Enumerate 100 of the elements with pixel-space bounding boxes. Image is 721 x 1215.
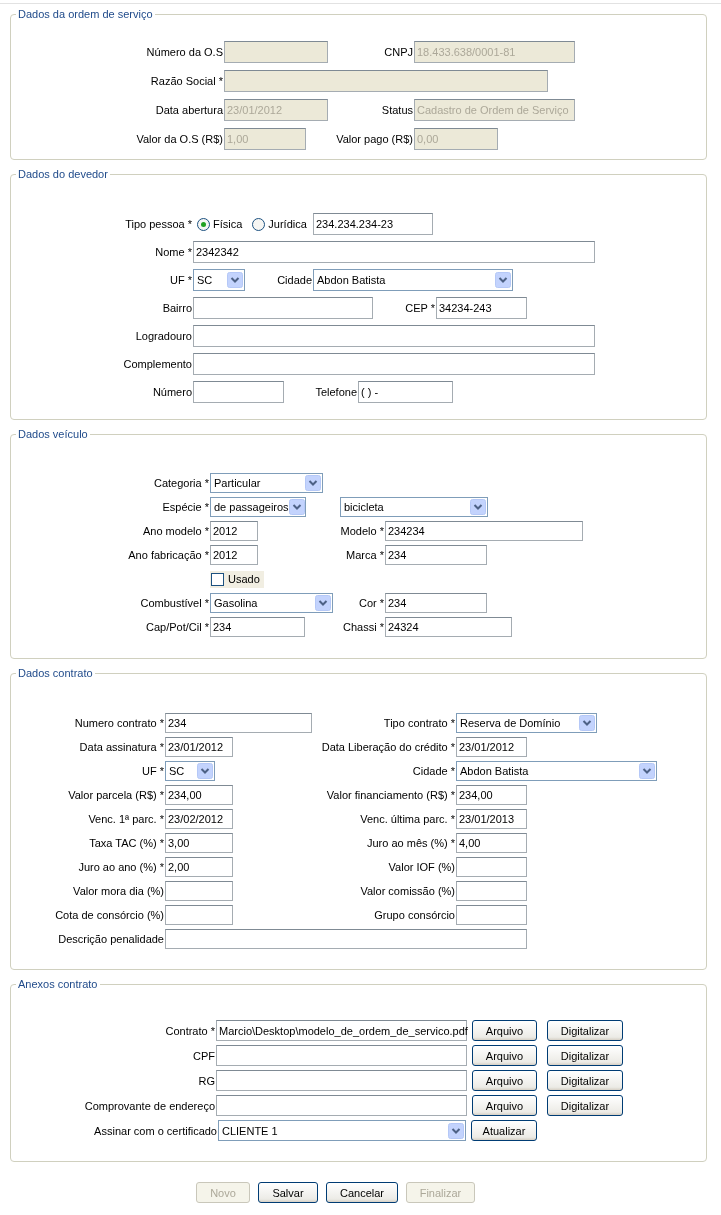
action-button[interactable]: Digitalizar (547, 1045, 623, 1066)
field-label: Numero contrato * (73, 717, 165, 729)
text-field[interactable]: 4,00 (456, 833, 527, 853)
action-button[interactable]: Arquivo (472, 1045, 537, 1066)
text-field[interactable]: 24324 (385, 617, 512, 637)
dropdown[interactable]: Abdon Batista (313, 269, 513, 291)
section-title: Dados da ordem de serviço (17, 8, 154, 20)
text-field[interactable]: 34234-243 (436, 297, 527, 319)
field-label: Marca * (345, 549, 385, 561)
text-field[interactable]: 234 (385, 593, 487, 613)
radio-option[interactable]: Jurídica (252, 217, 307, 231)
text-field[interactable]: 2012 (210, 521, 258, 541)
field-label: Valor comissão (%) (359, 885, 456, 897)
field-label: Espécie * (161, 501, 210, 513)
text-field[interactable] (165, 929, 527, 949)
field-label: Data abertura (154, 104, 224, 116)
dropdown[interactable]: bicicleta (340, 497, 488, 517)
text-field[interactable]: 3,00 (165, 833, 233, 853)
checkbox-icon[interactable] (211, 572, 224, 586)
radio-icon[interactable] (197, 217, 210, 231)
text-field[interactable]: 2012 (210, 545, 258, 565)
radio-option[interactable]: Física (197, 217, 243, 231)
action-button[interactable]: Cancelar (326, 1182, 398, 1203)
action-button[interactable]: Arquivo (472, 1070, 537, 1091)
text-field[interactable] (165, 905, 233, 925)
dropdown[interactable]: Abdon Batista (456, 761, 657, 781)
text-field[interactable] (216, 1045, 467, 1066)
section-title: Dados do devedor (17, 168, 109, 180)
field-label: Valor financiamento (R$) * (325, 789, 456, 801)
action-button[interactable]: Atualizar (471, 1120, 537, 1141)
section-title: Anexos contrato (17, 978, 99, 990)
field-label: Número (151, 386, 193, 398)
field-label: CEP * (404, 302, 436, 314)
text-field[interactable]: 234234 (385, 521, 583, 541)
action-button[interactable]: Arquivo (472, 1020, 537, 1041)
checkbox-option[interactable]: Usado (210, 570, 264, 588)
text-field[interactable]: 234.234.234-23 (313, 213, 433, 235)
text-field[interactable]: 23/02/2012 (165, 809, 233, 829)
action-button[interactable]: Digitalizar (547, 1095, 623, 1116)
dropdown[interactable]: Reserva de Domínio (456, 713, 597, 733)
radio-icon[interactable] (252, 217, 266, 231)
field-label: CPF (192, 1049, 216, 1062)
text-field[interactable]: 234 (165, 713, 312, 733)
field-label: Grupo consórcio (373, 909, 456, 921)
field-label: Valor pago (R$) (335, 133, 414, 145)
text-field[interactable] (193, 297, 373, 319)
field-label: Juro ao ano (%) * (77, 861, 165, 873)
text-field[interactable]: 2342342 (193, 241, 595, 263)
field-label: Cidade (276, 274, 313, 286)
action-button[interactable]: Arquivo (472, 1095, 537, 1116)
text-field[interactable] (456, 905, 527, 925)
text-field[interactable]: 234,00 (456, 785, 527, 805)
field-label: Razão Social * (149, 75, 224, 87)
field-label: Taxa TAC (%) * (88, 837, 165, 849)
text-field[interactable] (193, 381, 284, 403)
dropdown[interactable]: SC (165, 761, 215, 781)
field-label: Bairro (161, 302, 193, 314)
dropdown[interactable]: Particular (210, 473, 323, 493)
field-label: UF * (169, 274, 193, 286)
field-label: UF * (141, 765, 165, 777)
field-label: RG (197, 1074, 216, 1087)
field-label: Ano modelo * (141, 525, 210, 537)
text-field[interactable] (216, 1070, 467, 1091)
field-label: Cota de consórcio (%) (54, 909, 165, 921)
field-label: Modelo * (339, 525, 385, 537)
field-label: Valor IOF (%) (387, 861, 456, 873)
action-button[interactable]: Salvar (258, 1182, 318, 1203)
field-label: Contrato * (164, 1024, 216, 1037)
section-title: Dados contrato (17, 667, 94, 679)
text-field[interactable] (456, 881, 527, 901)
dropdown[interactable]: Gasolina (210, 593, 333, 613)
text-field[interactable]: 234 (385, 545, 487, 565)
text-field[interactable]: 234,00 (165, 785, 233, 805)
text-field[interactable]: 23/01/2012 (165, 737, 233, 757)
text-field[interactable] (193, 353, 595, 375)
text-field[interactable]: 234 (210, 617, 305, 637)
dropdown[interactable]: SC (193, 269, 245, 291)
field-label: Comprovante de endereço (83, 1099, 216, 1112)
section-title: Dados veículo (17, 428, 89, 440)
text-field[interactable]: 23/01/2012 (456, 737, 527, 757)
dropdown[interactable]: de passageiros (210, 497, 306, 517)
text-field[interactable] (216, 1095, 467, 1116)
field-label: Categoria * (152, 477, 210, 489)
field-label: Combustível * (139, 597, 210, 609)
text-field[interactable] (456, 857, 527, 877)
field-label: Status (380, 104, 414, 116)
text-field[interactable]: Marcio\Desktop\modelo_de_ordem_de_servico.pdf (216, 1020, 467, 1041)
text-field[interactable]: 2,00 (165, 857, 233, 877)
text-field[interactable] (165, 881, 233, 901)
text-field[interactable]: ( ) - (358, 381, 453, 403)
action-button[interactable]: Digitalizar (547, 1070, 623, 1091)
field-label: Tipo pessoa * (124, 218, 193, 230)
text-field[interactable] (193, 325, 595, 347)
field-label: Data assinatura * (78, 741, 165, 753)
action-button[interactable]: Digitalizar (547, 1020, 623, 1041)
text-field[interactable]: 23/01/2013 (456, 809, 527, 829)
field-label: Juro ao mês (%) * (365, 837, 456, 849)
dropdown[interactable]: CLIENTE 1 (218, 1120, 466, 1141)
field-label: Cidade * (411, 765, 456, 777)
field-label: Número da O.S (145, 46, 224, 58)
